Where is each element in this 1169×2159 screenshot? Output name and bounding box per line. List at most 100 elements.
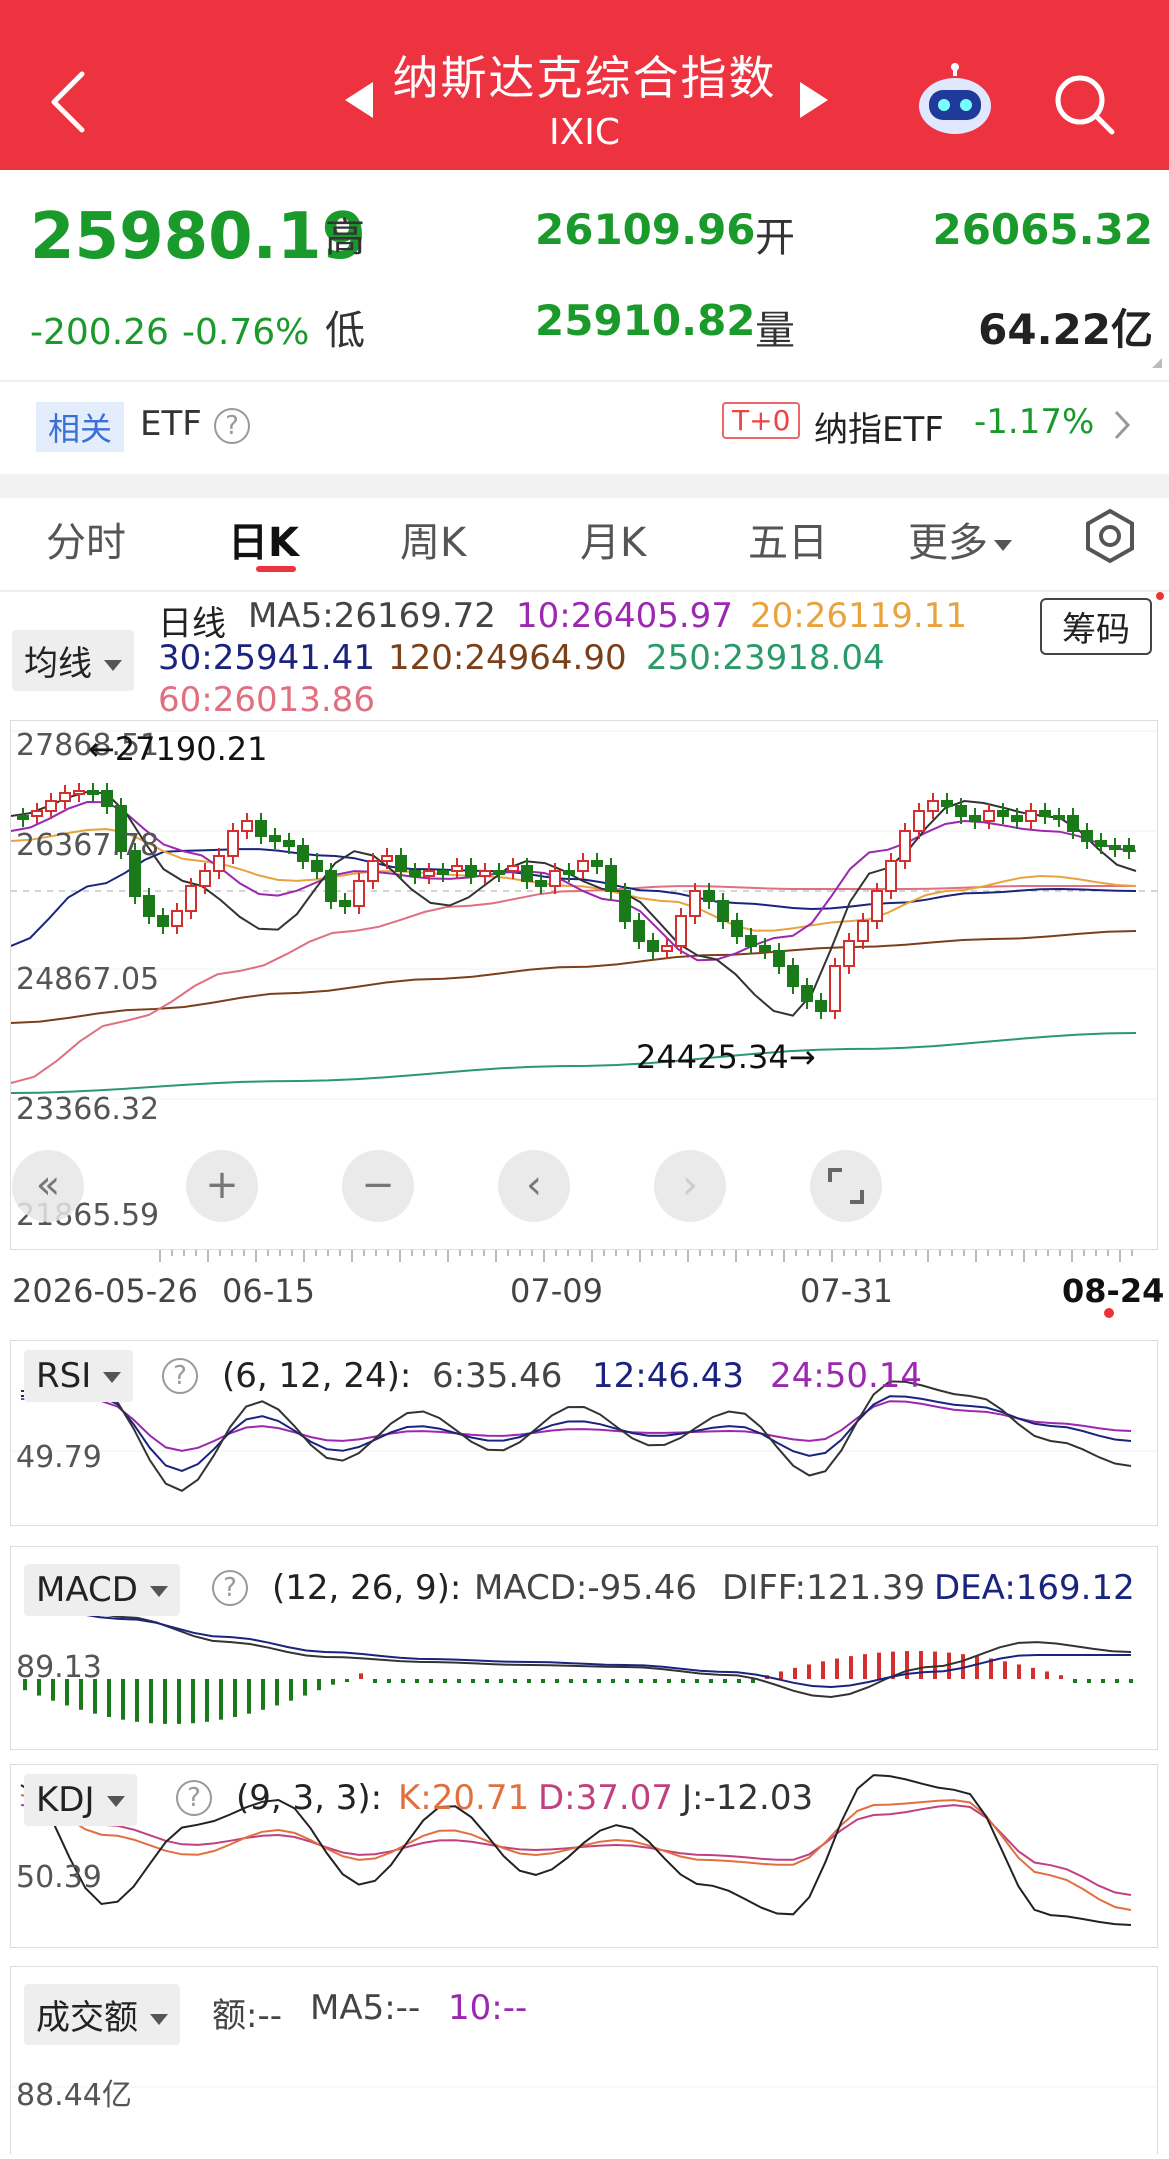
tab-monthly-k[interactable]: 月K xyxy=(580,510,646,568)
candle-down xyxy=(605,865,617,892)
candle-down xyxy=(283,840,295,847)
tab-intraday[interactable]: 分时 xyxy=(46,510,126,568)
candle-up xyxy=(675,915,687,947)
macd-bar-down xyxy=(1115,1679,1119,1683)
macd-bar-up xyxy=(793,1667,797,1679)
zoom-out-button[interactable]: − xyxy=(342,1150,414,1222)
macd-bar-down xyxy=(261,1679,265,1710)
candle-down xyxy=(521,865,533,882)
candle-up xyxy=(213,855,225,872)
candle-down xyxy=(17,815,29,820)
low-label: 低 xyxy=(325,308,365,354)
kline-chart-panel[interactable] xyxy=(10,720,1158,1250)
ma120-value: 120:24964.90 xyxy=(388,638,627,678)
macd-bar-down xyxy=(653,1679,657,1683)
scroll-left-fast-button[interactable]: « xyxy=(12,1150,84,1222)
macd-bar-up xyxy=(1031,1667,1035,1679)
rsi-6: 6:35.46 xyxy=(432,1356,563,1396)
rsi-selector[interactable]: RSI xyxy=(24,1350,134,1402)
rsi-axis-label: 49.79 xyxy=(16,1440,102,1475)
scroll-right-button[interactable]: › xyxy=(654,1150,726,1222)
macd-bar-down xyxy=(611,1679,615,1683)
scroll-left-button[interactable]: ‹ xyxy=(498,1150,570,1222)
tab-five-day[interactable]: 五日 xyxy=(748,510,828,568)
macd-bar-down xyxy=(233,1679,237,1717)
kdj-k: K:20.71 xyxy=(398,1778,530,1818)
macd-bar-down xyxy=(499,1679,503,1683)
kdj-d: D:37.07 xyxy=(538,1778,673,1818)
chevron-right-icon xyxy=(1114,410,1131,440)
candle-down xyxy=(1053,815,1065,820)
x-axis-date: 08-24 xyxy=(1062,1272,1165,1310)
macd-bar-up xyxy=(1059,1675,1063,1679)
candle-down xyxy=(437,870,449,875)
macd-bar-down xyxy=(191,1679,195,1724)
etf-name: 纳指ETF xyxy=(814,410,944,450)
related-tag: 相关 xyxy=(36,402,125,452)
macd-bar-down xyxy=(1101,1679,1105,1683)
macd-bar-down xyxy=(737,1679,741,1683)
low-value: 25910.82 xyxy=(535,296,756,345)
macd-bar-down xyxy=(121,1679,125,1720)
candle-up xyxy=(185,885,197,912)
macd-bar-up xyxy=(849,1656,853,1679)
ma250-value: 250:23918.04 xyxy=(646,638,885,678)
search-icon[interactable] xyxy=(1052,72,1118,138)
chip-distribution-button[interactable]: 筹码 xyxy=(1040,598,1152,655)
candle-down xyxy=(647,940,659,952)
candle-down xyxy=(997,810,1009,817)
ma120-line xyxy=(10,930,1137,1024)
robot-assistant-icon[interactable] xyxy=(915,62,995,138)
volume-value: 64.22亿 xyxy=(978,305,1153,354)
macd-label: MACD xyxy=(36,1570,138,1610)
candle-up xyxy=(577,860,589,872)
next-index-icon[interactable] xyxy=(800,82,828,118)
fullscreen-button[interactable] xyxy=(810,1150,882,1222)
active-tab-indicator xyxy=(256,566,296,572)
macd-bar-down xyxy=(373,1679,377,1683)
macd-bar-down xyxy=(387,1679,391,1683)
amount-selector[interactable]: 成交额 xyxy=(24,1984,180,2045)
notification-dot xyxy=(1156,592,1164,600)
candle-up xyxy=(857,920,869,942)
macd-bar-down xyxy=(471,1679,475,1683)
candle-up xyxy=(199,870,211,887)
macd-value: MACD:-95.46 xyxy=(474,1568,697,1608)
etf-link[interactable]: T+0 纳指ETF -1.17% xyxy=(722,400,1162,450)
zoom-in-button[interactable]: + xyxy=(186,1150,258,1222)
macd-bar-down xyxy=(723,1679,727,1683)
amount-panel[interactable] xyxy=(10,1966,1158,2154)
macd-bar-down xyxy=(597,1679,601,1683)
kdj-params: (9, 3, 3): xyxy=(236,1778,383,1818)
candle-up xyxy=(31,810,43,817)
tab-daily-k[interactable]: 日K xyxy=(228,510,299,568)
macd-bar-down xyxy=(513,1679,517,1683)
macd-bar-down xyxy=(289,1679,293,1701)
macd-bar-down xyxy=(107,1679,111,1717)
candle-down xyxy=(563,870,575,875)
ma-selector[interactable]: 均线 xyxy=(12,630,134,691)
candle-up xyxy=(227,830,239,857)
tab-more[interactable]: 更多 xyxy=(908,510,1012,568)
kdj-selector[interactable]: KDJ xyxy=(24,1774,137,1826)
macd-bar-down xyxy=(401,1679,405,1683)
candle-down xyxy=(1039,810,1051,817)
help-icon[interactable]: ? xyxy=(214,408,250,444)
period-low-marker: 24425.34→ xyxy=(636,1038,816,1076)
settings-icon[interactable] xyxy=(1082,508,1138,564)
candle-down xyxy=(143,895,155,917)
ma10-value: 10:26405.97 xyxy=(516,596,733,636)
help-icon[interactable]: ? xyxy=(212,1570,248,1606)
candle-up xyxy=(927,800,939,812)
macd-selector[interactable]: MACD xyxy=(24,1564,180,1616)
macd-bar-down xyxy=(751,1679,755,1683)
macd-bar-down xyxy=(639,1679,643,1683)
candle-down xyxy=(255,820,267,837)
help-icon[interactable]: ? xyxy=(176,1780,212,1816)
tab-weekly-k[interactable]: 周K xyxy=(400,510,466,568)
help-icon[interactable]: ? xyxy=(162,1358,198,1394)
y-axis-label: 23366.32 xyxy=(16,1092,160,1127)
macd-bar-down xyxy=(415,1679,419,1683)
macd-bar-down xyxy=(149,1679,153,1724)
candle-down xyxy=(1067,815,1079,832)
